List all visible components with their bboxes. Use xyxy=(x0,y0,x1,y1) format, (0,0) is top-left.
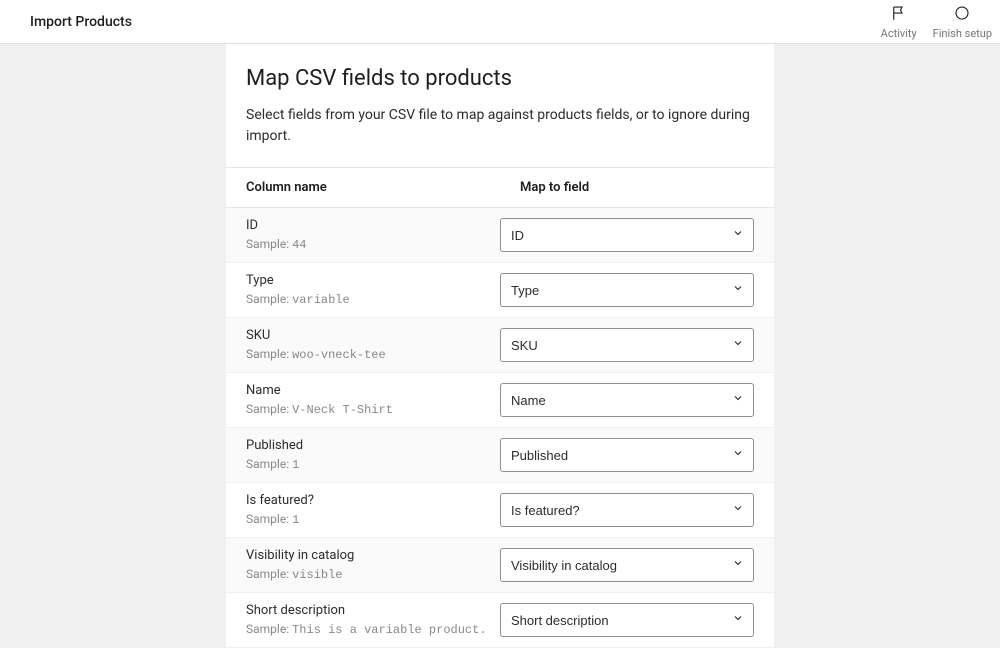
map-field-cell: SKU xyxy=(500,328,754,362)
sample-prefix: Sample: xyxy=(246,457,289,471)
sample-prefix: Sample: xyxy=(246,512,289,526)
column-info: Name Sample: V-Neck T-Shirt xyxy=(246,383,500,417)
column-sample: Sample: woo-vneck-tee xyxy=(246,347,500,362)
mapping-row: IDSample: 44ID xyxy=(226,208,774,263)
column-name: SKU xyxy=(246,328,500,343)
circle-icon xyxy=(953,4,971,25)
column-info: ID Sample: 44 xyxy=(246,218,500,252)
map-field-cell: Type xyxy=(500,273,754,307)
page-title: Import Products xyxy=(30,14,132,30)
column-sample: Sample: V-Neck T-Shirt xyxy=(246,402,500,417)
mapping-row: SKUSample: woo-vneck-teeSKU xyxy=(226,318,774,373)
column-name: ID xyxy=(246,218,500,233)
column-info: Visibility in catalog Sample: visible xyxy=(246,548,500,582)
activity-label: Activity xyxy=(881,27,917,40)
panel-title: Map CSV fields to products xyxy=(246,66,754,91)
map-to-field-select[interactable]: Visibility in catalog xyxy=(500,548,754,582)
map-field-cell: Visibility in catalog xyxy=(500,548,754,582)
map-to-field-select[interactable]: Name xyxy=(500,383,754,417)
map-field-cell: Short description xyxy=(500,603,754,637)
mapping-row: Is featured?Sample: 1Is featured? xyxy=(226,483,774,538)
column-name: Published xyxy=(246,438,500,453)
column-name: Short description xyxy=(246,603,500,618)
map-select-wrap: SKU xyxy=(500,328,754,362)
column-sample: Sample: variable xyxy=(246,292,500,307)
mapping-rows: IDSample: 44IDTypeSample: variableTypeSK… xyxy=(226,208,774,648)
finish-setup-button[interactable]: Finish setup xyxy=(933,4,992,40)
column-info: Is featured? Sample: 1 xyxy=(246,493,500,527)
sample-prefix: Sample: xyxy=(246,622,289,636)
map-to-field-select[interactable]: Is featured? xyxy=(500,493,754,527)
sample-value: V-Neck T-Shirt xyxy=(292,403,393,417)
mapping-table-header: Column name Map to field xyxy=(226,167,774,208)
topbar-actions: Activity Finish setup xyxy=(881,4,992,40)
map-to-field-select[interactable]: SKU xyxy=(500,328,754,362)
map-select-wrap: ID xyxy=(500,218,754,252)
column-sample: Sample: 1 xyxy=(246,457,500,472)
map-field-cell: ID xyxy=(500,218,754,252)
column-info: Type Sample: variable xyxy=(246,273,500,307)
main-panel: Map CSV fields to products Select fields… xyxy=(226,44,774,648)
column-sample: Sample: visible xyxy=(246,567,500,582)
sample-value: visible xyxy=(292,568,342,582)
column-name: Name xyxy=(246,383,500,398)
column-info: Published Sample: 1 xyxy=(246,438,500,472)
mapping-row: Short descriptionSample: This is a varia… xyxy=(226,593,774,648)
column-info: Short description Sample: This is a varia… xyxy=(246,603,500,637)
column-info: SKU Sample: woo-vneck-tee xyxy=(246,328,500,362)
column-sample: Sample: This is a variable product. xyxy=(246,622,500,637)
map-select-wrap: Visibility in catalog xyxy=(500,548,754,582)
map-select-wrap: Type xyxy=(500,273,754,307)
map-to-field-select[interactable]: Published xyxy=(500,438,754,472)
sample-value: 1 xyxy=(292,458,299,472)
map-field-cell: Name xyxy=(500,383,754,417)
finish-setup-label: Finish setup xyxy=(933,27,992,40)
mapping-row: PublishedSample: 1Published xyxy=(226,428,774,483)
sample-prefix: Sample: xyxy=(246,347,289,361)
column-sample: Sample: 44 xyxy=(246,237,500,252)
panel-header: Map CSV fields to products Select fields… xyxy=(226,44,774,167)
sample-prefix: Sample: xyxy=(246,402,289,416)
sample-value: This is a variable product. xyxy=(292,623,486,637)
sample-value: variable xyxy=(292,293,350,307)
map-to-field-select[interactable]: Type xyxy=(500,273,754,307)
mapping-row: NameSample: V-Neck T-ShirtName xyxy=(226,373,774,428)
column-name: Is featured? xyxy=(246,493,500,508)
flag-icon xyxy=(890,4,908,25)
map-select-wrap: Is featured? xyxy=(500,493,754,527)
header-map-to-field: Map to field xyxy=(500,168,774,207)
panel-description: Select fields from your CSV file to map … xyxy=(246,105,754,147)
map-select-wrap: Name xyxy=(500,383,754,417)
column-sample: Sample: 1 xyxy=(246,512,500,527)
map-to-field-select[interactable]: Short description xyxy=(500,603,754,637)
map-to-field-select[interactable]: ID xyxy=(500,218,754,252)
map-select-wrap: Published xyxy=(500,438,754,472)
sample-prefix: Sample: xyxy=(246,237,289,251)
sample-prefix: Sample: xyxy=(246,292,289,306)
header-column-name: Column name xyxy=(226,168,500,207)
activity-button[interactable]: Activity xyxy=(881,4,917,40)
map-field-cell: Is featured? xyxy=(500,493,754,527)
sample-value: 44 xyxy=(292,238,306,252)
map-select-wrap: Short description xyxy=(500,603,754,637)
sample-value: 1 xyxy=(292,513,299,527)
topbar: Import Products Activity Finish setup xyxy=(0,0,1000,44)
column-name: Visibility in catalog xyxy=(246,548,500,563)
sample-prefix: Sample: xyxy=(246,567,289,581)
map-field-cell: Published xyxy=(500,438,754,472)
sample-value: woo-vneck-tee xyxy=(292,348,386,362)
mapping-row: Visibility in catalogSample: visibleVisi… xyxy=(226,538,774,593)
mapping-row: TypeSample: variableType xyxy=(226,263,774,318)
column-name: Type xyxy=(246,273,500,288)
